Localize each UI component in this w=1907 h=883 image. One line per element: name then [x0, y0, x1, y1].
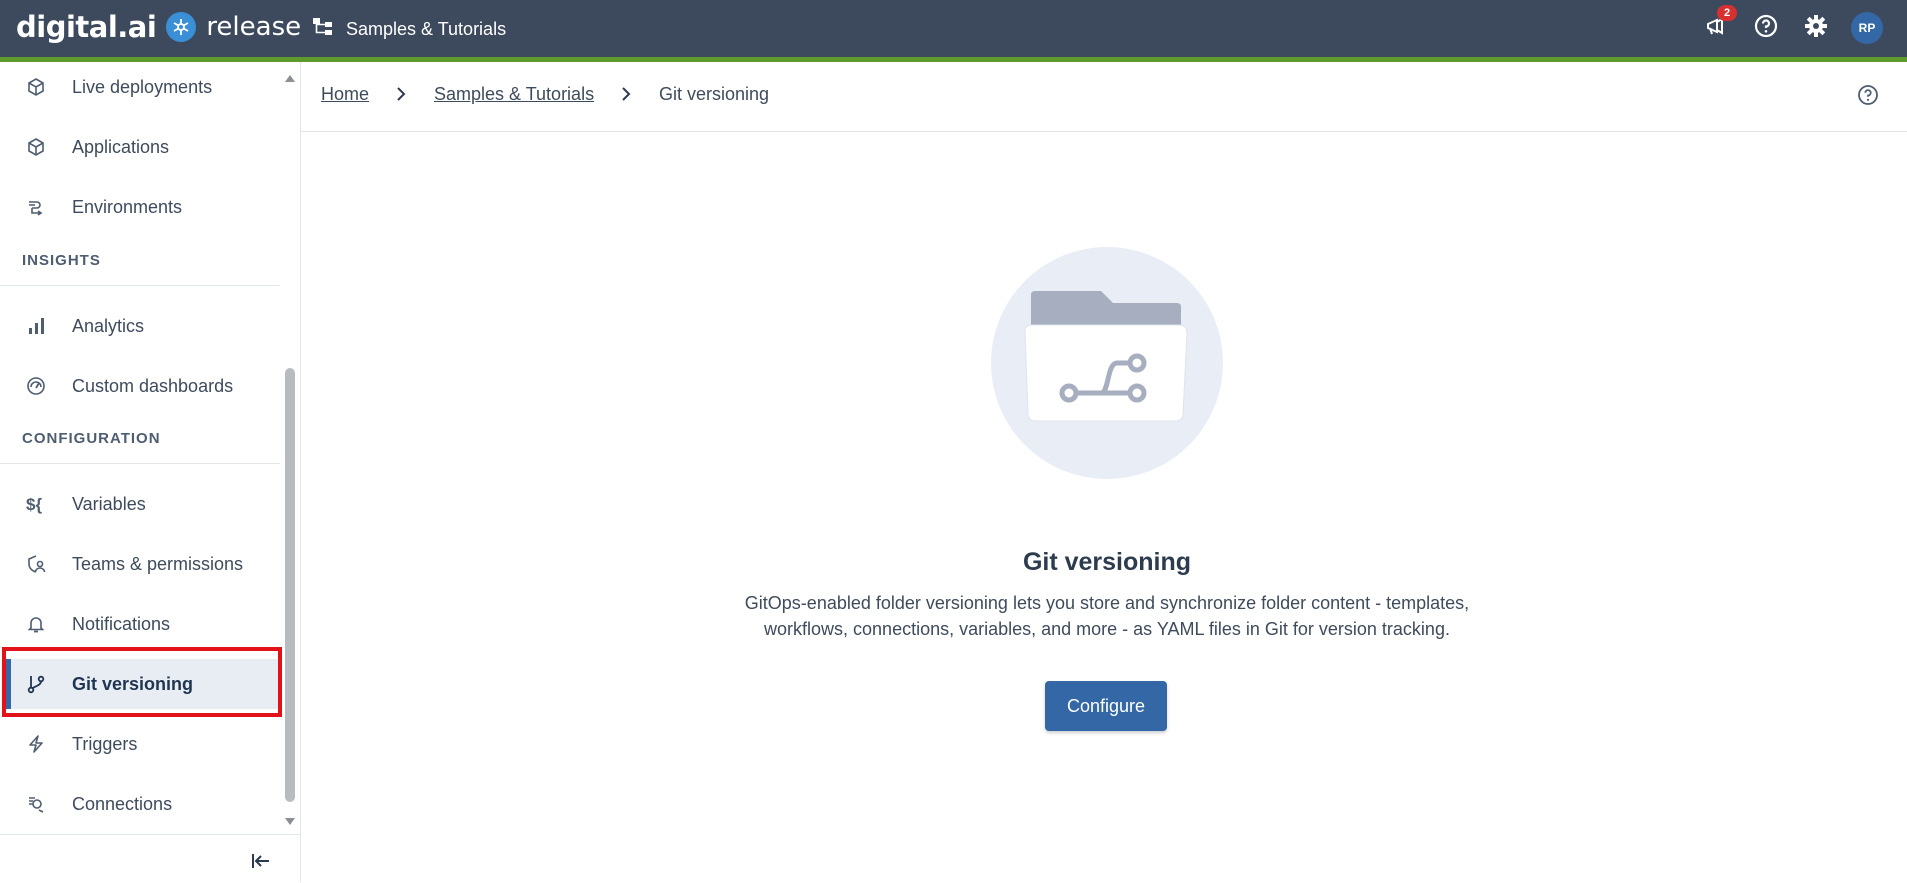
- selection-highlight-box: [2, 647, 282, 717]
- sidebar-item-label: Notifications: [72, 614, 171, 634]
- sidebar-item-notifications[interactable]: Notifications: [6, 599, 276, 649]
- sidebar-item-live-deployments[interactable]: Live deployments: [6, 62, 276, 112]
- configure-button[interactable]: Configure: [1045, 681, 1167, 731]
- environments-icon: [26, 197, 46, 217]
- header-folder-label: Samples & Tutorials: [346, 19, 507, 39]
- sidebar-divider: [0, 463, 280, 464]
- svg-text:${: ${: [26, 495, 42, 514]
- breadcrumb-current: Git versioning: [659, 84, 770, 104]
- chevron-right-icon: [395, 87, 407, 106]
- header-folder-title[interactable]: Samples & Tutorials: [312, 17, 506, 42]
- sidebar-item-connections[interactable]: Connections: [6, 779, 276, 829]
- sidebar-item-label: Variables: [72, 494, 146, 514]
- app-logo[interactable]: digital.ai release: [16, 10, 301, 44]
- help-circle-icon: [1754, 14, 1778, 43]
- sidebar-item-label: Custom dashboards: [72, 376, 234, 396]
- collapse-left-icon: [250, 854, 272, 876]
- folder-tree-icon: [312, 17, 334, 42]
- sidebar-item-label: Teams & permissions: [72, 554, 244, 574]
- gear-icon: [1804, 14, 1828, 43]
- sidebar-item-environments[interactable]: Environments: [6, 182, 276, 232]
- sidebar-item-custom-dashboards[interactable]: Custom dashboards: [6, 361, 276, 411]
- sidebar-item-applications[interactable]: Applications: [6, 122, 276, 172]
- breadcrumb: Home Samples & Tutorials Git versioning: [301, 62, 1907, 132]
- sidebar-item-label: Triggers: [72, 734, 138, 754]
- cube-icon: [26, 137, 46, 157]
- sidebar-divider: [0, 285, 280, 286]
- sidebar-item-label: Connections: [72, 794, 173, 814]
- notification-count-badge: 2: [1717, 5, 1737, 21]
- logo-release-text: release: [206, 12, 302, 42]
- sidebar-item-triggers[interactable]: Triggers: [6, 719, 276, 769]
- breadcrumb-folder[interactable]: Samples & Tutorials: [434, 84, 594, 105]
- sidebar-item-teams-permissions[interactable]: Teams & permissions: [6, 539, 276, 589]
- configuration-section-header: CONFIGURATION: [22, 430, 161, 447]
- sidebar-item-label: Environments: [72, 197, 183, 217]
- lightning-icon: [26, 734, 46, 754]
- settings-button[interactable]: [1801, 13, 1831, 43]
- sidebar: Live deployments Applications Environmen…: [0, 62, 301, 882]
- page-help-button[interactable]: [1857, 84, 1879, 111]
- chevron-right-icon: [620, 87, 632, 106]
- description-line: workflows, connections, variables, and m…: [764, 619, 1450, 639]
- scroll-up-arrow[interactable]: [284, 70, 296, 88]
- bell-icon: [26, 614, 46, 634]
- help-button[interactable]: [1751, 13, 1781, 43]
- description-line: GitOps-enabled folder versioning lets yo…: [744, 593, 1470, 613]
- announcements-button[interactable]: 2: [1701, 5, 1737, 43]
- dashboard-gauge-icon: [26, 376, 46, 396]
- cube-icon: [26, 77, 46, 97]
- connections-icon: [26, 794, 46, 814]
- sidebar-item-label: Live deployments: [72, 77, 213, 97]
- insights-section-header: INSIGHTS: [22, 252, 101, 269]
- sidebar-footer: [0, 834, 300, 883]
- release-logo-icon: [166, 12, 197, 42]
- sidebar-scrollbar-thumb[interactable]: [285, 368, 295, 802]
- logo-digital-text: digital.ai: [16, 10, 157, 44]
- top-header: digital.ai release Samples & Tutorials 2…: [0, 0, 1907, 57]
- header-actions: 2 RP: [1701, 5, 1883, 44]
- scroll-down-arrow[interactable]: [284, 814, 296, 832]
- variables-icon: ${: [26, 494, 46, 514]
- sidebar-item-label: Analytics: [72, 316, 145, 336]
- page-title: Git versioning: [1022, 548, 1192, 576]
- bar-chart-icon: [26, 316, 46, 336]
- teams-icon: [26, 554, 46, 574]
- page-description: GitOps-enabled folder versioning lets yo…: [700, 590, 1514, 642]
- sidebar-item-analytics[interactable]: Analytics: [6, 301, 276, 351]
- git-folder-illustration: [991, 247, 1223, 479]
- sidebar-item-label: Applications: [72, 137, 170, 157]
- collapse-sidebar-button[interactable]: [250, 850, 274, 874]
- breadcrumb-home[interactable]: Home: [321, 84, 369, 105]
- user-avatar[interactable]: RP: [1851, 12, 1883, 44]
- sidebar-item-variables[interactable]: ${ Variables: [6, 479, 276, 529]
